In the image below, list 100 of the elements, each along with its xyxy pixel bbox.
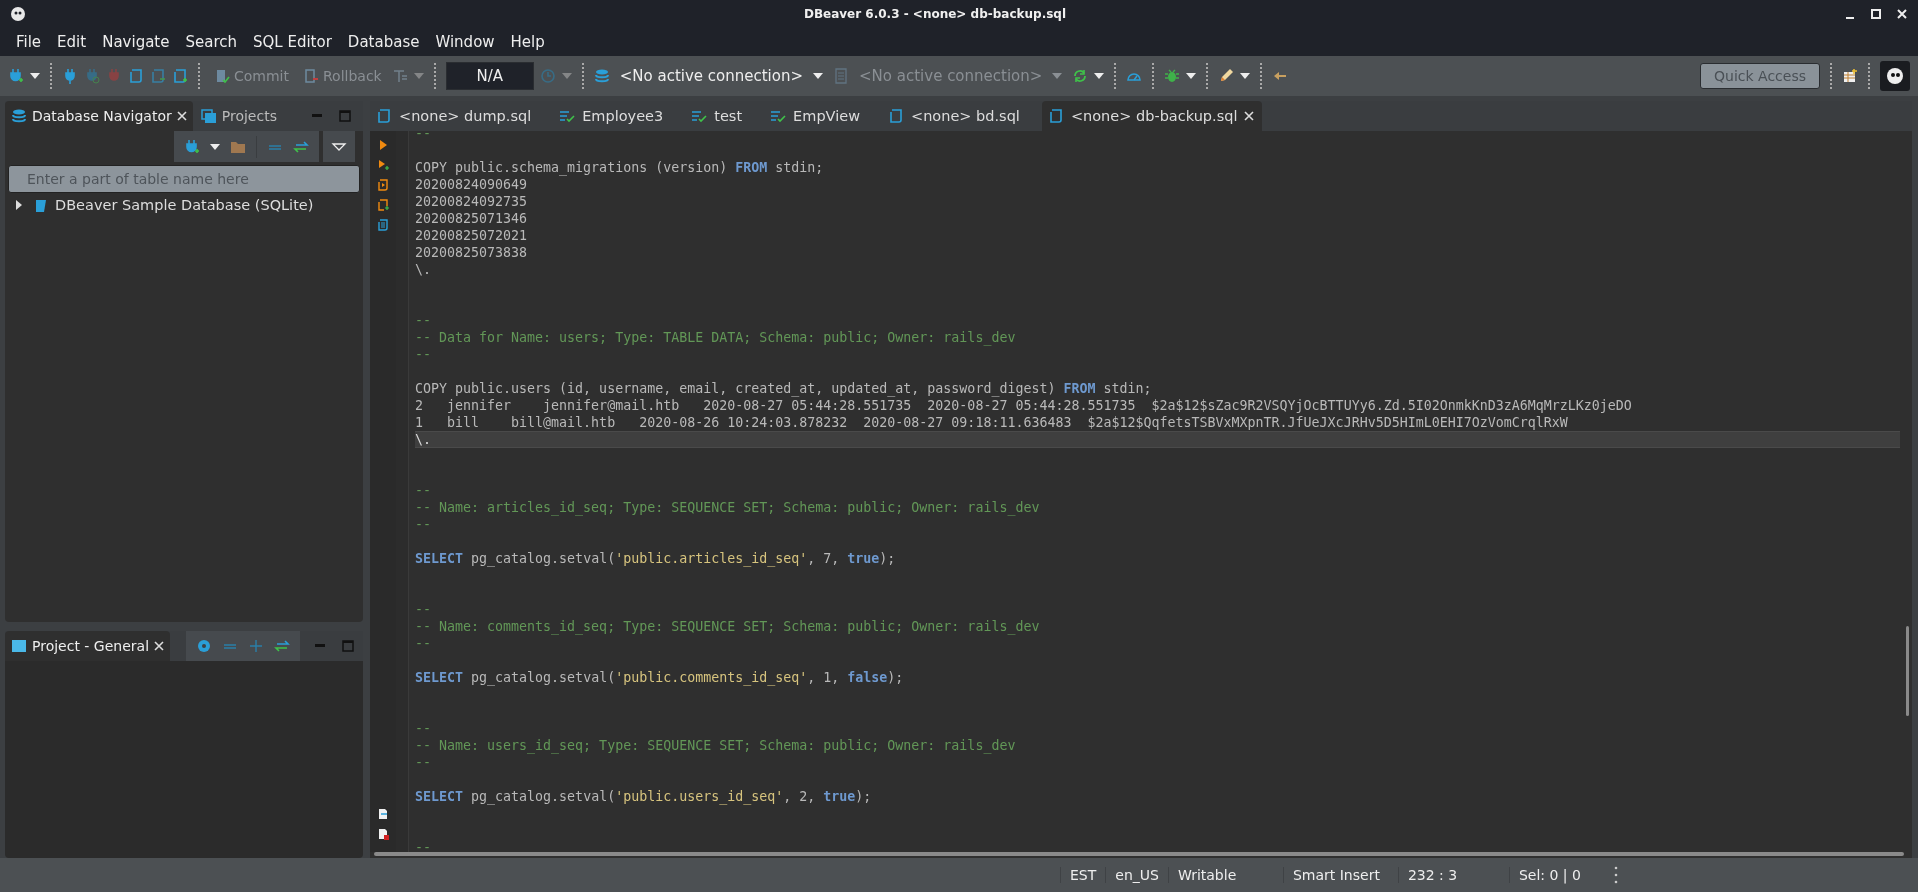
scrollbar-thumb[interactable] — [1906, 626, 1909, 716]
plug-icon[interactable] — [84, 68, 100, 84]
menu-item[interactable]: Help — [502, 31, 553, 53]
status-item: 232 : 3 — [1397, 867, 1509, 883]
more-icon[interactable] — [1613, 865, 1618, 885]
code-line: 2 jennifer jennifer@mail.htb 2020-08-27 05:44:28.551735 2020-08-27 05:44:28.551735 $2a$12$sZac9R2VSQYjOcBTTUYy6.Zd.5I02OnmkKnD3zA6MqMrzLKz0jeDO — [415, 397, 1633, 414]
close-icon[interactable] — [176, 111, 187, 121]
caret-icon[interactable] — [1094, 73, 1105, 79]
menu-item[interactable]: SQL Editor — [245, 31, 340, 53]
database-icon — [11, 108, 27, 124]
close-icon[interactable] — [1244, 111, 1255, 121]
perspective-button[interactable] — [1880, 61, 1910, 91]
script-icon — [1047, 108, 1064, 124]
windows-icon — [200, 108, 217, 124]
plug-icon[interactable] — [62, 68, 78, 84]
plus-icon[interactable] — [248, 638, 265, 654]
script-icon — [376, 108, 392, 124]
caret-icon — [1052, 73, 1063, 79]
script-run-icon[interactable] — [377, 199, 389, 211]
beaver-icon — [1885, 66, 1905, 86]
code-line: -- — [415, 601, 432, 618]
code-line: -- Name: articles_id_seq; Type: SEQUENCE SET; Schema: public; Owner: rails_dev — [415, 499, 1041, 516]
panel-tab[interactable]: Projects — [194, 101, 283, 131]
code-line: -- — [415, 754, 432, 771]
view-icon — [691, 108, 708, 124]
code-line: 1 bill bill@mail.htb 2020-08-26 10:24:03.878232 2020-08-27 09:18:11.636483 $2a$12$QqfetsTSBVxMXpnTR.JfUeJXcJRHv5D5HImL0EHI7OzVomCrqlRxW — [415, 414, 1569, 431]
caret-icon[interactable] — [1240, 73, 1251, 79]
project-icon — [11, 638, 27, 654]
menu-item[interactable]: Edit — [49, 31, 95, 53]
run-icon[interactable] — [377, 159, 389, 171]
code-line: -- — [415, 516, 432, 533]
pencil-icon[interactable] — [1218, 68, 1235, 84]
bug-icon[interactable] — [1164, 68, 1181, 84]
link-arrows-icon[interactable] — [274, 638, 291, 654]
close-icon[interactable] — [154, 641, 165, 651]
code-line: -- — [415, 346, 432, 363]
panel-tab[interactable]: Project - General — [5, 631, 171, 661]
panel-tab[interactable]: Database Navigator — [5, 101, 193, 131]
editor-tab[interactable]: test — [685, 101, 763, 131]
menu-item[interactable]: File — [8, 31, 50, 53]
script-icon[interactable] — [150, 68, 166, 84]
code-line: COPY public.users (id, username, email, created_at, updated_at, password_digest) FROM stdin; — [415, 380, 1153, 397]
menu-item[interactable]: Window — [427, 31, 503, 53]
code-line: \. — [415, 261, 432, 278]
caret-icon[interactable] — [210, 143, 220, 150]
view-menu-button[interactable] — [323, 131, 355, 162]
view-icon — [770, 108, 787, 124]
menu-item[interactable]: Navigate — [94, 31, 178, 53]
explain-plan-icon[interactable] — [377, 219, 389, 231]
script-run-icon[interactable] — [377, 179, 389, 191]
tree-item[interactable]: DBeaver Sample Database (SQLite) — [5, 193, 324, 217]
editor-tab[interactable]: EmpView — [764, 101, 880, 131]
link-arrows-icon[interactable] — [293, 138, 309, 155]
code-line: -- — [415, 720, 432, 737]
code-line: 20200824092735 — [415, 193, 529, 210]
code-line: -- Data for Name: users; Type: TABLE DATA; Schema: public; Owner: rails_dev — [415, 329, 1017, 346]
expand-arrow-icon[interactable] — [15, 200, 23, 210]
status-item: en_US — [1105, 867, 1168, 883]
editor-tab[interactable]: Employee3 — [553, 101, 684, 131]
code-line: 20200824090649 — [415, 176, 529, 193]
code-line: 20200825073838 — [415, 244, 529, 261]
status-item: EST — [1060, 867, 1106, 883]
connection-selector[interactable]: <No active connection> — [615, 65, 828, 87]
code-line: -- — [415, 312, 432, 329]
script-icon[interactable] — [172, 68, 188, 84]
caret-icon[interactable] — [30, 73, 40, 79]
table-add-icon[interactable] — [1842, 68, 1858, 84]
database-file-icon — [33, 197, 49, 213]
plug-icon[interactable] — [8, 68, 24, 84]
plug-icon[interactable] — [184, 138, 200, 155]
menu-item[interactable]: Database — [339, 31, 428, 53]
rollback-icon — [303, 68, 319, 84]
error-file-icon[interactable] — [377, 828, 389, 840]
transaction-icon[interactable] — [391, 68, 408, 84]
status-item: Smart Insert — [1282, 867, 1398, 883]
code-line: SELECT pg_catalog.setval('public.articles_id_seq', 7, true); — [415, 550, 897, 567]
code-line: -- — [415, 635, 432, 652]
code-line: COPY public.schema_migrations (version) FROM stdin; — [415, 159, 825, 176]
close-icon[interactable] — [1896, 8, 1908, 20]
transaction-mode-field[interactable]: N/A — [445, 62, 534, 90]
horizontal-scrollbar[interactable] — [374, 852, 1904, 856]
editor-tab[interactable]: <none> bd.sql — [882, 101, 1040, 131]
menu-item[interactable]: Search — [177, 31, 245, 53]
code-line: 20200825072021 — [415, 227, 529, 244]
export-icon[interactable] — [377, 808, 389, 820]
quick-access-field[interactable]: Quick Access — [1700, 63, 1820, 89]
app-logo-icon — [10, 6, 26, 22]
code-line: -- Name: users_id_seq; Type: SEQUENCE SET; Schema: public; Owner: rails_dev — [415, 737, 1017, 754]
database-icon[interactable] — [593, 68, 610, 84]
status-item: Writable — [1167, 867, 1283, 883]
code-line: 20200825071346 — [415, 210, 529, 227]
editor-tab[interactable]: <none> db-backup.sql — [1041, 101, 1263, 131]
filter-field[interactable]: Enter a part of table name here — [8, 165, 360, 193]
run-icon[interactable] — [377, 139, 389, 151]
code-line: -- Name: comments_id_seq; Type: SEQUENCE SET; Schema: public; Owner: rails_dev — [415, 618, 1041, 635]
refresh-icon[interactable] — [1072, 68, 1089, 84]
view-icon — [559, 108, 576, 124]
script-icon[interactable] — [128, 68, 144, 84]
caret-icon[interactable] — [1186, 73, 1197, 79]
script-icon — [888, 108, 904, 124]
